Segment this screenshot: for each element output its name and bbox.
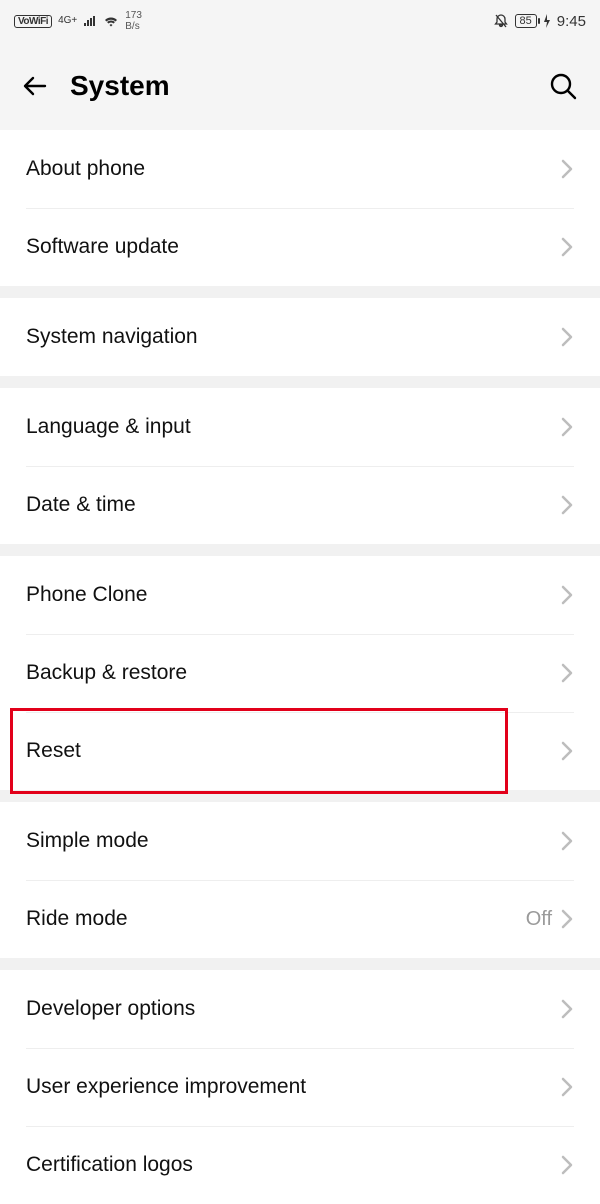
chevron-right-icon [560,1076,574,1098]
chevron-right-icon [560,494,574,516]
chevron-right-icon [560,326,574,348]
row-about[interactable]: About phone [0,130,600,208]
search-icon [548,71,578,101]
row-simplemode[interactable]: Simple mode [0,802,600,880]
data-speed-unit: B/s [125,21,142,32]
row-label: Backup & restore [26,661,187,685]
row-devopts[interactable]: Developer options [0,970,600,1048]
chevron-right-icon [560,830,574,852]
app-header: System [0,42,600,130]
status-bar-right: 85 9:45 [493,13,586,30]
chevron-right-icon [560,908,574,930]
row-ridemode[interactable]: Ride mode Off [0,880,600,958]
chevron-right-icon [560,662,574,684]
row-datetime[interactable]: Date & time [0,466,600,544]
data-speed: 173 B/s [125,10,142,32]
status-bar-left: VoWiFi 4G+ 173 B/s [14,10,142,32]
settings-group: Simple mode Ride mode Off [0,802,600,958]
chevron-right-icon [560,998,574,1020]
row-swupdate[interactable]: Software update [0,208,600,286]
row-label: About phone [26,157,145,181]
battery-indicator: 85 [515,14,537,28]
clock: 9:45 [557,13,586,30]
chevron-right-icon [560,1154,574,1176]
settings-list: About phone Software update System navigat… [0,130,600,1204]
data-speed-value: 173 [125,10,142,21]
chevron-right-icon [560,416,574,438]
settings-group: Phone Clone Backup & restore Reset [0,556,600,790]
settings-group: Developer options User experience improve… [0,970,600,1204]
back-arrow-icon [21,72,49,100]
chevron-right-icon [560,158,574,180]
row-phoneclone[interactable]: Phone Clone [0,556,600,634]
charging-icon [543,14,551,28]
row-lang[interactable]: Language & input [0,388,600,466]
row-backup[interactable]: Backup & restore [0,634,600,712]
chevron-right-icon [560,236,574,258]
row-certlogos[interactable]: Certification logos [0,1126,600,1204]
row-label: Simple mode [26,829,149,853]
search-button[interactable] [546,69,580,103]
row-value: Off [526,908,552,931]
row-label: Software update [26,235,179,259]
chevron-right-icon [560,584,574,606]
row-label: User experience improvement [26,1075,306,1099]
vowifi-badge: VoWiFi [14,15,52,28]
row-label: Language & input [26,415,191,439]
settings-group: About phone Software update [0,130,600,286]
dnd-icon [493,13,509,29]
row-label: Ride mode [26,907,128,931]
wifi-icon [103,15,119,27]
row-label: Phone Clone [26,583,147,607]
row-reset[interactable]: Reset [0,712,600,790]
signal-icon [83,15,97,27]
row-label: Date & time [26,493,136,517]
row-uximprove[interactable]: User experience improvement [0,1048,600,1126]
settings-group: System navigation [0,298,600,376]
page-title: System [70,70,170,102]
row-label: Developer options [26,997,195,1021]
status-bar: VoWiFi 4G+ 173 B/s 85 9:45 [0,0,600,42]
row-label: Reset [26,739,81,763]
row-label: System navigation [26,325,198,349]
row-sysnav[interactable]: System navigation [0,298,600,376]
highlight-box [10,708,508,794]
network-type: 4G+ [58,16,77,26]
back-button[interactable] [20,71,50,101]
chevron-right-icon [560,740,574,762]
row-label: Certification logos [26,1153,193,1177]
settings-group: Language & input Date & time [0,388,600,544]
